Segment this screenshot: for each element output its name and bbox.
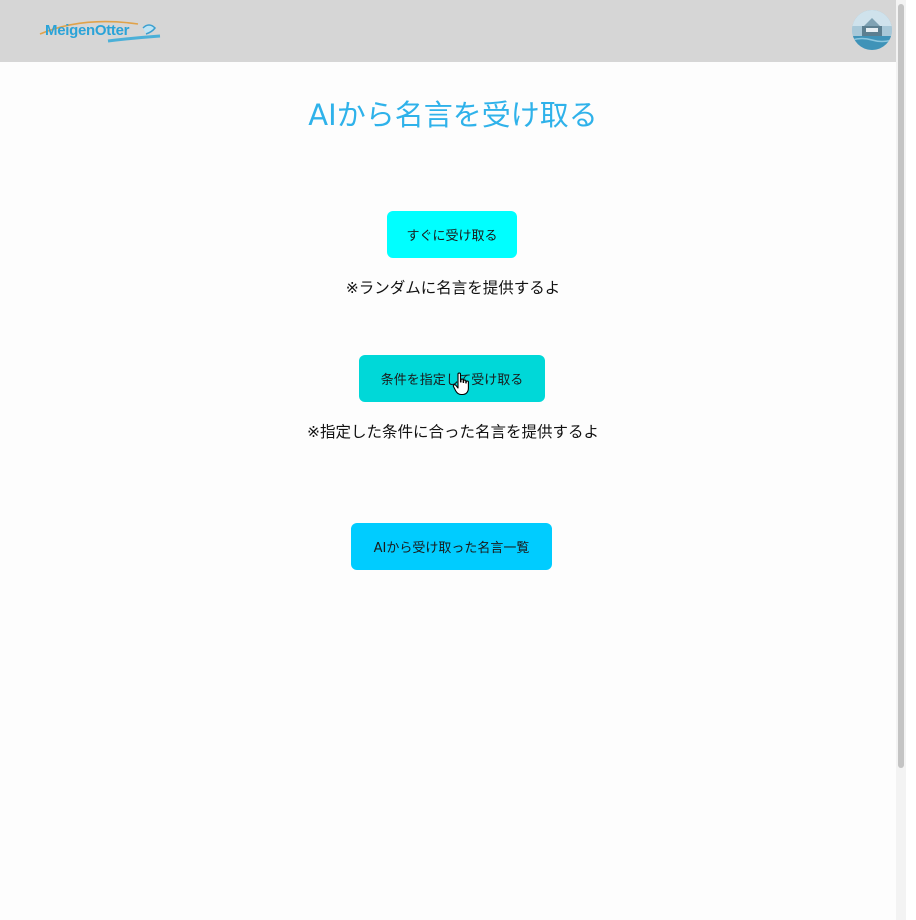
hand-pointer-icon: [452, 372, 469, 396]
avatar-image: [852, 10, 892, 50]
conditional-quote-note: ※指定した条件に合った名言を提供するよ: [307, 423, 599, 441]
random-quote-note: ※ランダムに名言を提供するよ: [345, 279, 561, 297]
received-quotes-list-button[interactable]: AIから受け取った名言一覧: [351, 523, 552, 570]
page: MeigenOtter AIから名言を受け取る すぐに受け取る ※ランダムに名言…: [0, 0, 906, 920]
scrollbar-thumb[interactable]: [898, 4, 904, 768]
user-avatar[interactable]: [852, 10, 892, 50]
receive-now-button[interactable]: すぐに受け取る: [387, 211, 517, 258]
page-title: AIから名言を受け取る: [308, 98, 598, 132]
vertical-scrollbar[interactable]: [896, 0, 906, 920]
logo-text: MeigenOtter: [45, 22, 130, 39]
app-header: MeigenOtter: [0, 0, 906, 62]
app-logo[interactable]: MeigenOtter: [38, 14, 162, 48]
